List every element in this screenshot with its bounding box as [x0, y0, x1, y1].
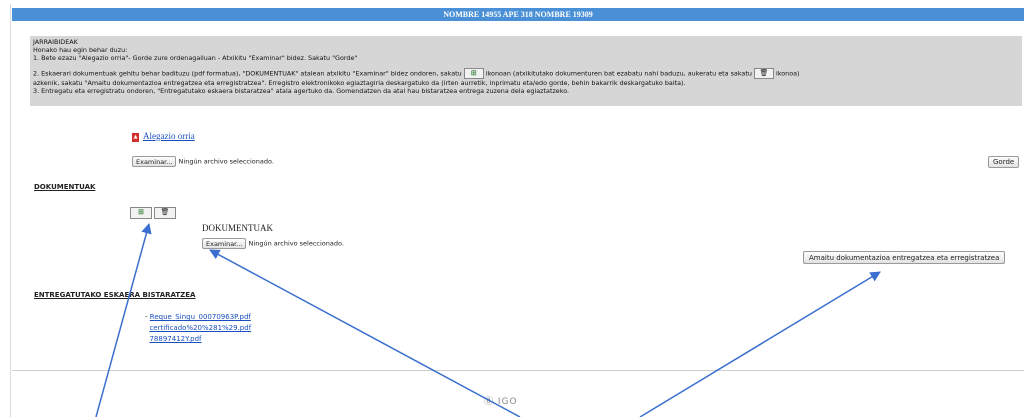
annotation-arrows	[95, 222, 881, 417]
arrow-to-examinar-button	[209, 249, 521, 417]
arrow-to-amaitu-button	[639, 271, 881, 417]
arrow-to-add-button	[95, 222, 152, 417]
